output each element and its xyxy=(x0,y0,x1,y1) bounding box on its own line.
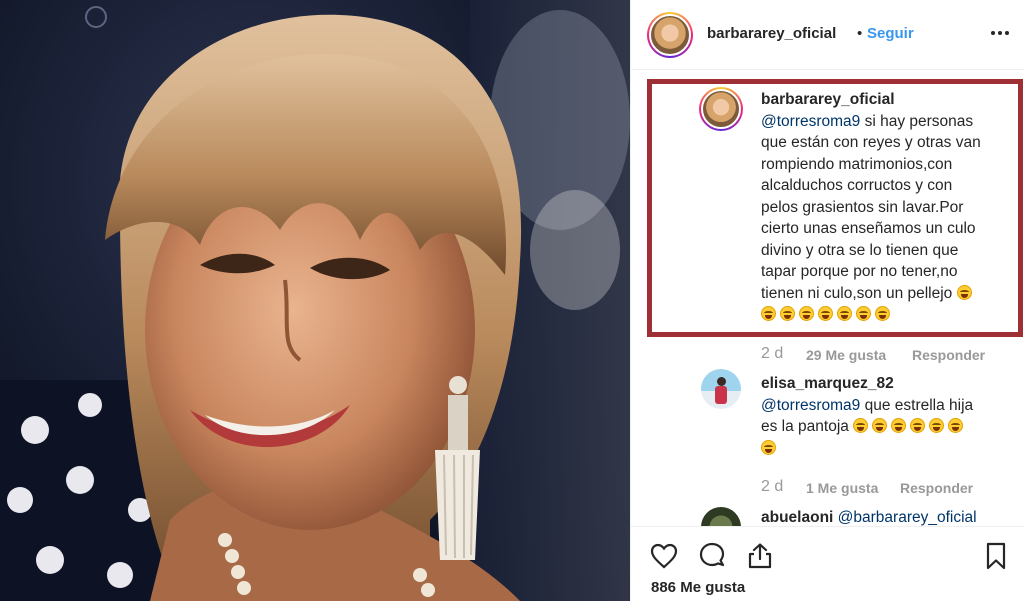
comment-mention[interactable]: @torresroma9 xyxy=(761,113,860,130)
comment-line: tienen ni culo,son un pellejo xyxy=(761,284,953,302)
comment-line: alcalduchos corructos y con xyxy=(761,177,953,194)
comment-time[interactable]: 2 d xyxy=(761,345,783,363)
heart-icon[interactable] xyxy=(649,541,679,571)
comment-line: cierto unas enseñamos un culo xyxy=(761,220,976,237)
laughing-crying-emoji xyxy=(780,306,795,321)
comment-line: tapar porque por no tener,no xyxy=(761,263,958,280)
author-avatar[interactable] xyxy=(647,12,693,58)
comment-line: que estrella hija xyxy=(860,396,974,414)
laughing-crying-emoji xyxy=(818,306,833,321)
likes-count[interactable]: 886 Me gusta xyxy=(651,579,745,596)
laughing-crying-emoji xyxy=(929,418,945,433)
comment-time[interactable]: 2 d xyxy=(761,478,783,496)
comment-username[interactable]: abuelaoni xyxy=(761,509,833,526)
comments-panel: barbararey_oficial • Seguir barbararey_o… xyxy=(630,0,1024,601)
comment-likes[interactable]: 29 Me gusta xyxy=(806,347,886,363)
comment-mention[interactable]: @torresroma9 xyxy=(761,397,860,414)
comment-item: barbararey_oficial @torresroma9 si hay p… xyxy=(761,89,1016,326)
author-username[interactable]: barbararey_oficial xyxy=(707,25,836,42)
comment-username[interactable]: elisa_marquez_82 xyxy=(761,375,894,392)
laughing-crying-emoji xyxy=(761,439,776,455)
comment-line: rompiendo matrimonios,con xyxy=(761,155,953,173)
laughing-crying-emoji xyxy=(891,418,907,433)
comment-item: elisa_marquez_82 @torresroma9 que estrel… xyxy=(761,373,1016,459)
comment-avatar[interactable] xyxy=(701,507,741,526)
comment-avatar[interactable] xyxy=(699,87,743,131)
comment-line: que están con reyes y otras van xyxy=(761,134,981,151)
laughing-crying-emoji xyxy=(799,306,814,321)
post-header: barbararey_oficial • Seguir xyxy=(631,0,1024,70)
comment-line: es la pantoja xyxy=(761,418,849,435)
comment-bubble-icon[interactable] xyxy=(697,541,727,571)
comment-username[interactable]: barbararey_oficial xyxy=(761,91,895,108)
bookmark-icon[interactable] xyxy=(981,541,1011,571)
laughing-crying-emoji xyxy=(856,306,871,321)
comment-avatar[interactable] xyxy=(701,369,741,409)
comment-item: abuelaoni @barbararey_oficial xyxy=(761,507,1021,526)
post-photo xyxy=(0,0,630,601)
comment-line: divino y otra se lo tienen que xyxy=(761,241,959,259)
reply-button[interactable]: Responder xyxy=(912,347,985,363)
laughing-crying-emoji xyxy=(837,306,852,321)
comment-likes[interactable]: 1 Me gusta xyxy=(806,480,878,496)
laughing-crying-emoji xyxy=(872,418,888,433)
comments-list: barbararey_oficial @torresroma9 si hay p… xyxy=(631,71,1024,526)
share-icon[interactable] xyxy=(745,541,775,571)
laughing-crying-emoji xyxy=(875,306,890,321)
laughing-crying-emoji xyxy=(956,284,972,300)
more-horizontal-icon[interactable] xyxy=(989,22,1011,44)
laughing-crying-emoji xyxy=(853,418,869,433)
comment-mention[interactable]: @barbararey_oficial xyxy=(838,509,977,526)
laughing-crying-emoji xyxy=(910,418,926,433)
laughing-crying-emoji xyxy=(761,306,776,321)
separator-dot: • xyxy=(857,25,863,42)
follow-button[interactable]: Seguir xyxy=(867,25,914,42)
comment-line: pelos grasientos sin lavar.Por xyxy=(761,198,964,216)
comment-line: si hay personas xyxy=(860,112,974,130)
reply-button[interactable]: Responder xyxy=(900,480,973,496)
laughing-crying-emoji xyxy=(948,418,964,433)
